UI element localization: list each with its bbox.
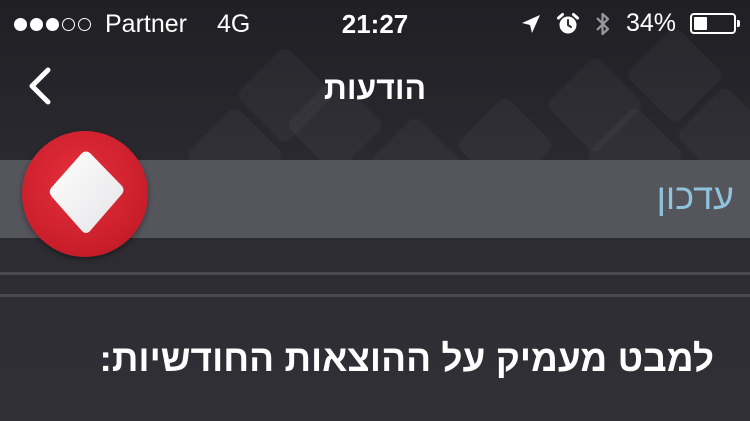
battery-fill	[694, 17, 707, 30]
divider	[0, 294, 750, 297]
diamond-app-icon	[22, 131, 148, 257]
status-right: 34%	[520, 9, 740, 38]
screen: Partner 4G 21:27 34% הודעות עדכון למבט מ…	[0, 0, 750, 421]
battery-icon	[690, 13, 740, 34]
status-bar: Partner 4G 21:27 34%	[0, 0, 750, 50]
bluetooth-icon	[596, 12, 610, 35]
divider	[0, 272, 750, 275]
page-title: הודעות	[323, 70, 427, 106]
message-headline: למבט מעמיק על ההוצאות החודשיות:	[99, 338, 714, 379]
alarm-clock-icon	[556, 12, 579, 33]
battery-percent: 34%	[625, 9, 676, 37]
nav-bar: הודעות	[0, 50, 750, 135]
location-arrow-icon	[521, 14, 540, 33]
section-label: עדכון	[656, 176, 734, 217]
diamond-icon	[49, 151, 124, 233]
